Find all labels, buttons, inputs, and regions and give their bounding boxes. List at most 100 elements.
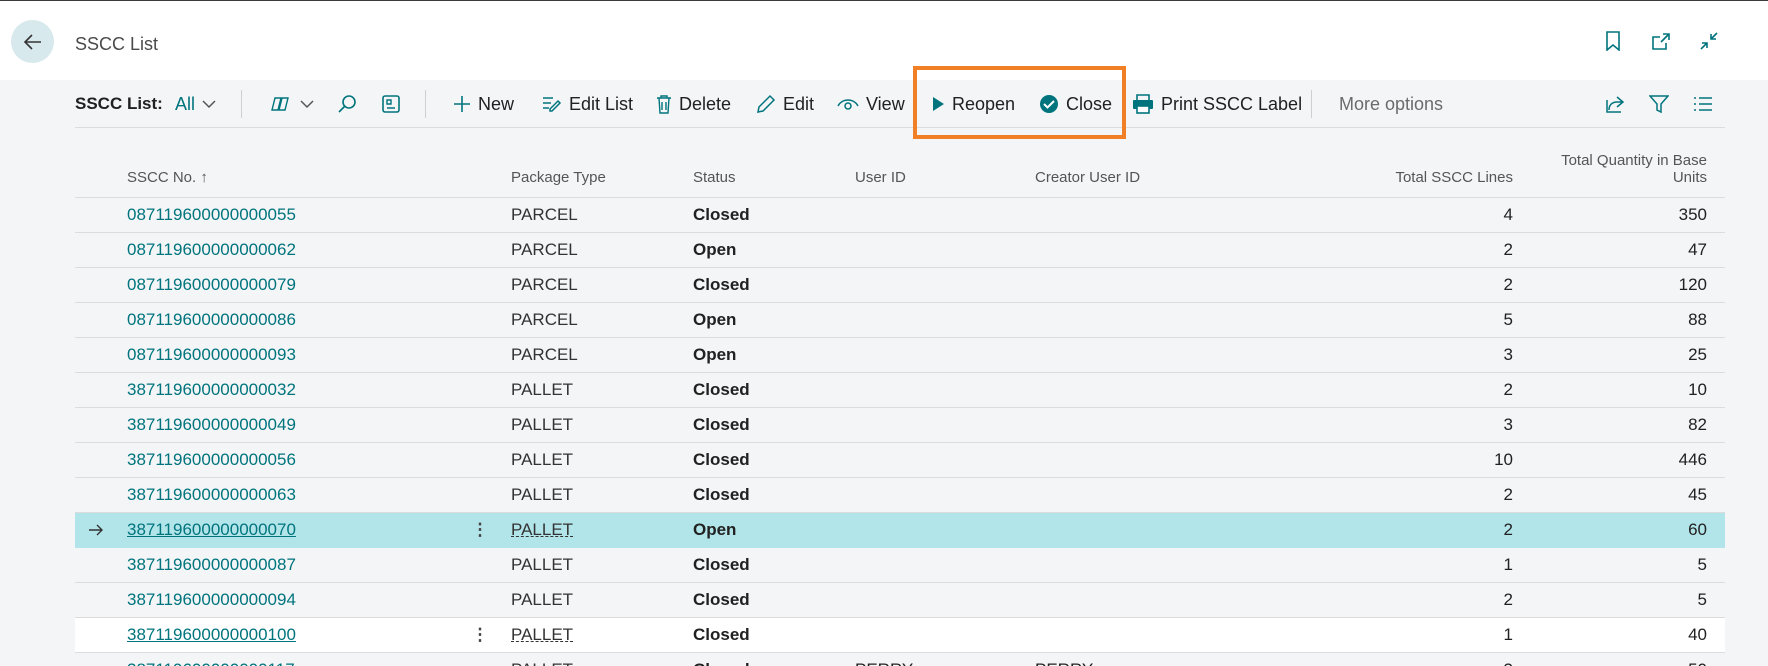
- edit-list-label: Edit List: [569, 93, 634, 114]
- share-button[interactable]: [1605, 81, 1625, 127]
- plus-icon: [454, 96, 470, 112]
- print-sscc-label-button[interactable]: Print SSCC Label: [1132, 81, 1302, 127]
- table-row[interactable]: ⋮ 387119600000000100 PALLET Closed 1 40: [75, 618, 1725, 653]
- total-sscc-lines-cell: 3: [1503, 345, 1513, 364]
- close-button[interactable]: Close: [1039, 81, 1112, 127]
- sscc-no-cell[interactable]: 087119600000000079: [127, 268, 296, 302]
- column-total-sscc-lines[interactable]: Total SSCC Lines: [1395, 169, 1513, 186]
- package-type-cell: PALLET: [511, 590, 574, 609]
- status-cell: Closed: [693, 415, 750, 434]
- total-sscc-lines-cell: 3: [1503, 415, 1513, 434]
- sscc-no-cell[interactable]: 087119600000000086: [127, 303, 296, 337]
- sscc-no-cell[interactable]: 387119600000000094: [127, 583, 296, 617]
- package-type-cell: PALLET: [511, 513, 574, 539]
- edit-button[interactable]: Edit: [756, 81, 814, 127]
- column-total-quantity[interactable]: Total Quantity in Base Units: [1561, 152, 1707, 186]
- list-view-button[interactable]: [1693, 81, 1713, 127]
- view-button[interactable]: View: [837, 81, 905, 127]
- status-cell: Open: [693, 520, 737, 539]
- table-row[interactable]: 087119600000000093 PARCEL Open 3 25: [75, 338, 1725, 373]
- column-package-type[interactable]: Package Type: [511, 169, 606, 186]
- action-bar: SSCC List: All New Edit List Delete Edit…: [75, 81, 1725, 128]
- table-row[interactable]: 387119600000000063 PALLET Closed 2 45: [75, 478, 1725, 513]
- sscc-no-cell[interactable]: 387119600000000063: [127, 478, 296, 512]
- column-creator-user-id[interactable]: Creator User ID: [1035, 169, 1140, 186]
- collapse-icon[interactable]: [1698, 30, 1720, 52]
- total-sscc-lines-cell: 5: [1503, 310, 1513, 329]
- search-button[interactable]: [337, 81, 357, 127]
- sscc-no-cell[interactable]: 387119600000000049: [127, 408, 296, 442]
- sscc-no-cell[interactable]: 087119600000000062: [127, 233, 296, 267]
- sscc-list-grid: SSCC No. ↑ Package Type Status User ID C…: [75, 141, 1725, 666]
- delete-label: Delete: [679, 93, 732, 114]
- printer-icon: [1133, 94, 1153, 114]
- column-sscc-no[interactable]: SSCC No. ↑: [127, 169, 208, 186]
- edit-list-button[interactable]: Edit List: [542, 81, 633, 127]
- chevron-down-icon: [300, 100, 314, 109]
- table-row[interactable]: 087119600000000055 PARCEL Closed 4 350: [75, 198, 1725, 233]
- filter-value: All: [175, 93, 196, 114]
- open-new-window-icon[interactable]: [1650, 30, 1672, 52]
- sscc-no-cell[interactable]: 387119600000000100: [127, 618, 296, 652]
- row-selected-arrow-icon: [87, 513, 105, 547]
- reopen-button[interactable]: Reopen: [931, 81, 1015, 127]
- row-actions-menu-icon[interactable]: ⋮: [470, 513, 490, 547]
- more-options-button[interactable]: More options: [1339, 81, 1443, 127]
- total-quantity-cell: 60: [1688, 520, 1707, 539]
- edit-list-icon: [543, 97, 562, 112]
- filter-button[interactable]: [1649, 81, 1669, 127]
- total-quantity-cell: 350: [1678, 205, 1707, 224]
- arrow-left-icon: [23, 33, 41, 50]
- package-type-cell: PALLET: [511, 618, 574, 644]
- table-row[interactable]: 387119600000000056 PALLET Closed 10 446: [75, 443, 1725, 478]
- column-status[interactable]: Status: [693, 169, 736, 186]
- table-row[interactable]: 087119600000000086 PARCEL Open 5 88: [75, 303, 1725, 338]
- check-circle-icon: [1040, 95, 1058, 113]
- column-user-id[interactable]: User ID: [855, 169, 906, 186]
- table-row[interactable]: 087119600000000062 PARCEL Open 2 47: [75, 233, 1725, 268]
- back-button[interactable]: [11, 20, 54, 63]
- sscc-no-cell[interactable]: 387119600000000117: [127, 653, 295, 666]
- page-header: SSCC List: [0, 1, 1768, 80]
- share-icon: [1606, 96, 1625, 113]
- table-row[interactable]: 387119600000000049 PALLET Closed 3 82: [75, 408, 1725, 443]
- sscc-no-cell[interactable]: 387119600000000056: [127, 443, 296, 477]
- bookmark-icon[interactable]: [1602, 30, 1624, 52]
- status-cell: Closed: [693, 275, 750, 294]
- analysis-icon: [271, 97, 289, 111]
- sscc-no-cell[interactable]: 387119600000000070: [127, 513, 296, 547]
- package-type-cell: PARCEL: [511, 310, 578, 329]
- table-row[interactable]: 087119600000000079 PARCEL Closed 2 120: [75, 268, 1725, 303]
- status-cell: Closed: [693, 653, 750, 666]
- total-sscc-lines-cell: 2: [1503, 380, 1513, 399]
- chevron-down-icon: [202, 100, 216, 109]
- analysis-menu-button[interactable]: [271, 81, 314, 127]
- sscc-no-cell[interactable]: 387119600000000032: [127, 373, 296, 407]
- package-type-cell: PALLET: [511, 653, 573, 666]
- package-type-cell: PARCEL: [511, 345, 578, 364]
- sscc-no-cell[interactable]: 087119600000000093: [127, 338, 296, 372]
- play-icon: [933, 97, 944, 111]
- page-title: SSCC List: [75, 34, 159, 54]
- sscc-no-cell[interactable]: 387119600000000087: [127, 548, 296, 582]
- row-actions-menu-icon[interactable]: ⋮: [470, 618, 490, 652]
- new-button[interactable]: New: [453, 81, 514, 127]
- table-row[interactable]: 387119600000000032 PALLET Closed 2 10: [75, 373, 1725, 408]
- total-quantity-cell: 25: [1688, 345, 1707, 364]
- total-sscc-lines-cell: 2: [1503, 485, 1513, 504]
- column-total-quantity-line1: Total Quantity in Base: [1561, 152, 1707, 169]
- table-row[interactable]: 387119600000000117 PALLET Closed PERRY PERRY…: [75, 653, 1725, 666]
- search-icon: [338, 95, 356, 113]
- user-id-cell: PERRY: [855, 653, 913, 666]
- total-sscc-lines-cell: 2: [1503, 520, 1513, 539]
- table-row[interactable]: 387119600000000094 PALLET Closed 2 5: [75, 583, 1725, 618]
- print-sscc-label: Print SSCC Label: [1161, 93, 1303, 114]
- delete-button[interactable]: Delete: [656, 81, 731, 127]
- sscc-no-cell[interactable]: 087119600000000055: [127, 198, 296, 232]
- filter-dropdown[interactable]: All: [175, 81, 216, 127]
- table-row[interactable]: ⋮ 387119600000000070 PALLET Open 2 60: [75, 513, 1725, 548]
- table-row[interactable]: 387119600000000087 PALLET Closed 1 5: [75, 548, 1725, 583]
- layout-icon: [382, 95, 400, 113]
- personalize-button[interactable]: [381, 81, 401, 127]
- package-type-cell: PALLET: [511, 415, 574, 434]
